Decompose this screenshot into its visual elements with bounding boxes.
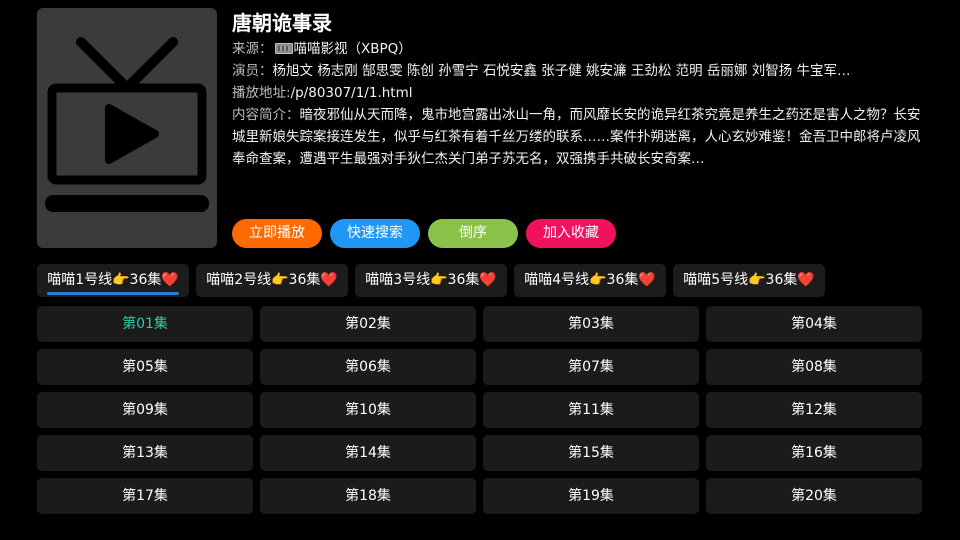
line-tab-1[interactable]: 喵喵1号线👉36集❤️	[37, 264, 189, 297]
source-value: 喵喵影视（XBPQ）	[293, 41, 412, 57]
reverse-order-label: 倒序	[459, 225, 487, 241]
selected-underline	[47, 292, 179, 295]
intro-row: 内容简介：暗夜邪仙从天而降，鬼市地宫露出冰山一角，而风靡长安的诡异红茶究竟是养生…	[232, 104, 922, 170]
poster[interactable]	[37, 8, 217, 248]
play-url-label: 播放地址:	[232, 85, 291, 101]
play-url-value: /p/80307/1/1.html	[290, 85, 413, 101]
intro-label: 内容简介：	[232, 107, 300, 123]
add-favorite-button[interactable]: 加入收藏	[526, 219, 616, 248]
episode-item[interactable]: 第13集	[37, 435, 253, 471]
episode-item[interactable]: 第05集	[37, 349, 253, 385]
line-tab-2[interactable]: 喵喵2号线👉36集❤️	[196, 264, 348, 297]
line-tab-label: 喵喵4号线👉36集❤️	[524, 272, 656, 288]
episode-item[interactable]: 第20集	[706, 478, 922, 514]
episode-item[interactable]: 第01集	[37, 306, 253, 342]
actors-label: 演员：	[232, 63, 273, 79]
line-tab-label: 喵喵2号线👉36集❤️	[206, 272, 338, 288]
play-now-button[interactable]: 立即播放	[232, 219, 322, 248]
episode-item[interactable]: 第18集	[260, 478, 476, 514]
episode-item[interactable]: 第19集	[483, 478, 699, 514]
actors-row: 演员：杨旭文 杨志刚 郜思雯 陈创 孙雪宁 石悦安鑫 张子健 姚安濂 王劲松 范…	[232, 60, 922, 82]
episode-item[interactable]: 第12集	[706, 392, 922, 428]
episode-item[interactable]: 第17集	[37, 478, 253, 514]
episode-item[interactable]: 第10集	[260, 392, 476, 428]
line-tab-label: 喵喵3号线👉36集❤️	[365, 272, 497, 288]
episode-item[interactable]: 第11集	[483, 392, 699, 428]
source-row: 来源： 喵喵影视（XBPQ）	[232, 38, 922, 60]
episode-item[interactable]: 第09集	[37, 392, 253, 428]
tv-play-icon	[45, 37, 209, 212]
episode-item[interactable]: 第06集	[260, 349, 476, 385]
episode-item[interactable]: 第07集	[483, 349, 699, 385]
line-tab-label: 喵喵5号线👉36集❤️	[683, 272, 815, 288]
detail-info: 唐朝诡事录 来源： 喵喵影视（XBPQ） 演员：杨旭文 杨志刚 郜思雯 陈创 孙雪…	[232, 8, 932, 170]
video-title: 唐朝诡事录	[232, 11, 332, 35]
intro-value: 暗夜邪仙从天而降，鬼市地宫露出冰山一角，而风靡长安的诡异红茶究竟是养生之药还是害…	[232, 107, 921, 167]
episode-item[interactable]: 第15集	[483, 435, 699, 471]
quick-search-label: 快速搜索	[347, 225, 403, 241]
play-now-label: 立即播放	[249, 225, 305, 241]
episode-item[interactable]: 第16集	[706, 435, 922, 471]
actors-value: 杨旭文 杨志刚 郜思雯 陈创 孙雪宁 石悦安鑫 张子健 姚安濂 王劲松 范明 岳…	[272, 63, 851, 79]
line-tab-4[interactable]: 喵喵4号线👉36集❤️	[514, 264, 666, 297]
episode-item[interactable]: 第14集	[260, 435, 476, 471]
play-url-row: 播放地址:/p/80307/1/1.html	[232, 82, 922, 104]
episode-item[interactable]: 第04集	[706, 306, 922, 342]
episode-item[interactable]: 第02集	[260, 306, 476, 342]
reverse-order-button[interactable]: 倒序	[428, 219, 518, 248]
line-tab-3[interactable]: 喵喵3号线👉36集❤️	[355, 264, 507, 297]
line-tab-5[interactable]: 喵喵5号线👉36集❤️	[673, 264, 825, 297]
film-strip-icon	[274, 43, 293, 54]
detail-page: 唐朝诡事录 来源： 喵喵影视（XBPQ） 演员：杨旭文 杨志刚 郜思雯 陈创 孙雪…	[0, 0, 960, 540]
episode-item[interactable]: 第03集	[483, 306, 699, 342]
quick-search-button[interactable]: 快速搜索	[330, 219, 420, 248]
line-tab-label: 喵喵1号线👉36集❤️	[47, 272, 179, 288]
episode-item[interactable]: 第08集	[706, 349, 922, 385]
add-favorite-label: 加入收藏	[543, 225, 599, 241]
source-label: 来源：	[232, 41, 273, 57]
